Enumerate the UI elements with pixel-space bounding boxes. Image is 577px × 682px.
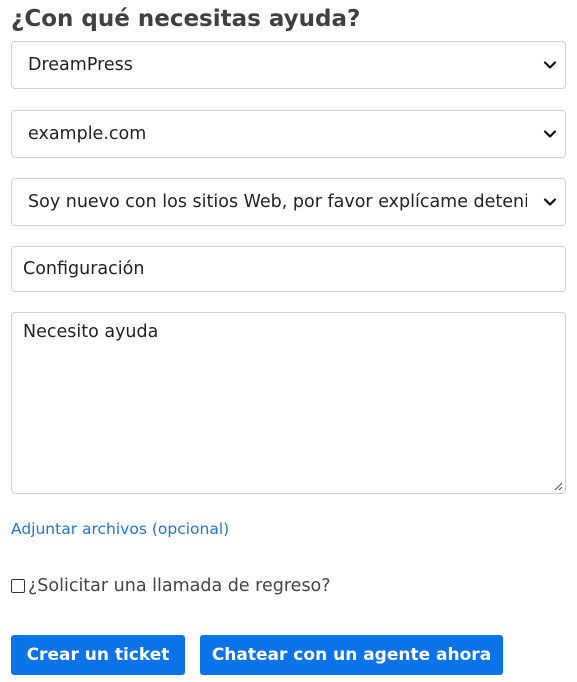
create-ticket-button[interactable]: Crear un ticket bbox=[11, 635, 185, 675]
chevron-down-icon bbox=[543, 61, 557, 69]
subject-input-value: Configuración bbox=[23, 259, 145, 279]
chat-with-agent-button[interactable]: Chatear con un agente ahora bbox=[200, 635, 503, 675]
domain-select-value: example.com bbox=[28, 124, 147, 144]
chevron-down-icon bbox=[543, 198, 557, 206]
product-select[interactable]: DreamPress bbox=[11, 41, 566, 89]
attach-files-link[interactable]: Adjuntar archivos (opcional) bbox=[11, 520, 229, 538]
subject-input[interactable]: Configuración bbox=[11, 246, 566, 292]
callback-checkbox[interactable] bbox=[11, 579, 25, 593]
experience-select-value: Soy nuevo con los sitios Web, por favor … bbox=[28, 192, 527, 212]
domain-select[interactable]: example.com bbox=[11, 110, 566, 158]
resize-grip-icon[interactable] bbox=[553, 481, 563, 491]
experience-select[interactable]: Soy nuevo con los sitios Web, por favor … bbox=[11, 178, 566, 226]
callback-label[interactable]: ¿Solicitar una llamada de regreso? bbox=[28, 576, 331, 596]
message-textarea[interactable]: Necesito ayuda bbox=[11, 312, 566, 494]
message-textarea-value: Necesito ayuda bbox=[23, 322, 159, 342]
callback-request: ¿Solicitar una llamada de regreso? bbox=[11, 576, 331, 596]
chevron-down-icon bbox=[543, 130, 557, 138]
product-select-value: DreamPress bbox=[28, 55, 133, 75]
page-title: ¿Con qué necesitas ayuda? bbox=[11, 6, 361, 32]
